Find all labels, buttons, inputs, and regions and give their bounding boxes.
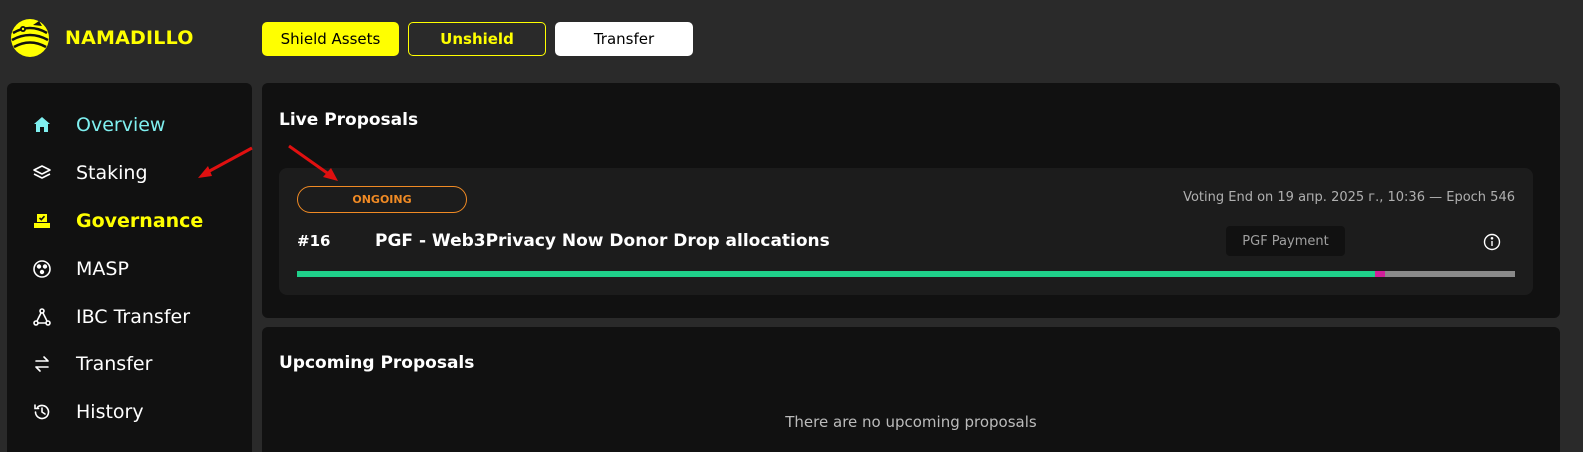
- ballot-icon: [32, 211, 52, 231]
- empty-state-message: There are no upcoming proposals: [785, 413, 1037, 431]
- transfer-button[interactable]: Transfer: [555, 22, 693, 56]
- history-icon: [32, 402, 52, 422]
- unshield-button[interactable]: Unshield: [408, 22, 546, 56]
- sidebar-item-history[interactable]: History: [32, 397, 144, 427]
- sidebar-item-governance[interactable]: Governance: [32, 206, 203, 236]
- sidebar-item-ibc-transfer[interactable]: IBC Transfer: [32, 302, 190, 332]
- layers-icon: [32, 163, 52, 183]
- sidebar-item-label: MASP: [76, 258, 129, 280]
- status-badge: ONGOING: [297, 186, 467, 213]
- voting-end-text: Voting End on 19 апр. 2025 г., 10:36 — E…: [1183, 190, 1515, 205]
- vote-yes-segment: [297, 271, 1375, 277]
- home-icon: [32, 115, 52, 135]
- sidebar-item-overview[interactable]: Overview: [32, 110, 165, 140]
- vote-no-segment: [1374, 271, 1385, 277]
- sidebar-item-label: Staking: [76, 162, 148, 184]
- sidebar-item-label: History: [76, 401, 144, 423]
- vote-progress-bar: [297, 271, 1515, 277]
- sidebar-item-staking[interactable]: Staking: [32, 158, 148, 188]
- app-name: NAMADILLO: [65, 27, 194, 49]
- shield-assets-button[interactable]: Shield Assets: [262, 22, 399, 56]
- proposal-type-tag: PGF Payment: [1226, 226, 1345, 256]
- sidebar-item-label: Governance: [76, 210, 204, 232]
- proposal-id: #16: [297, 232, 331, 250]
- live-proposals-panel: Live Proposals ONGOING Voting End on 19 …: [262, 83, 1560, 318]
- sidebar: Overview Staking Governance MASP IBC Tra…: [7, 83, 252, 452]
- sidebar-item-masp[interactable]: MASP: [32, 254, 129, 284]
- sidebar-item-label: Overview: [76, 114, 166, 136]
- proposal-card[interactable]: ONGOING Voting End on 19 апр. 2025 г., 1…: [279, 168, 1533, 295]
- live-proposals-title: Live Proposals: [279, 110, 419, 130]
- top-actions: Shield Assets Unshield Transfer: [262, 22, 693, 56]
- sidebar-item-label: Transfer: [76, 353, 153, 375]
- armadillo-logo-icon: [11, 19, 49, 57]
- app-logo[interactable]: NAMADILLO: [9, 17, 194, 59]
- masp-icon: [32, 259, 52, 279]
- sidebar-item-label: IBC Transfer: [76, 306, 191, 328]
- upcoming-proposals-title: Upcoming Proposals: [279, 353, 475, 373]
- proposal-title: PGF - Web3Privacy Now Donor Drop allocat…: [375, 231, 830, 251]
- arrows-icon: [32, 354, 52, 374]
- info-icon[interactable]: [1483, 233, 1501, 251]
- vote-abstain-segment: [1384, 271, 1515, 277]
- upcoming-proposals-panel: Upcoming Proposals There are no upcoming…: [262, 327, 1560, 452]
- sidebar-item-transfer[interactable]: Transfer: [32, 349, 152, 379]
- ibc-icon: [32, 307, 52, 327]
